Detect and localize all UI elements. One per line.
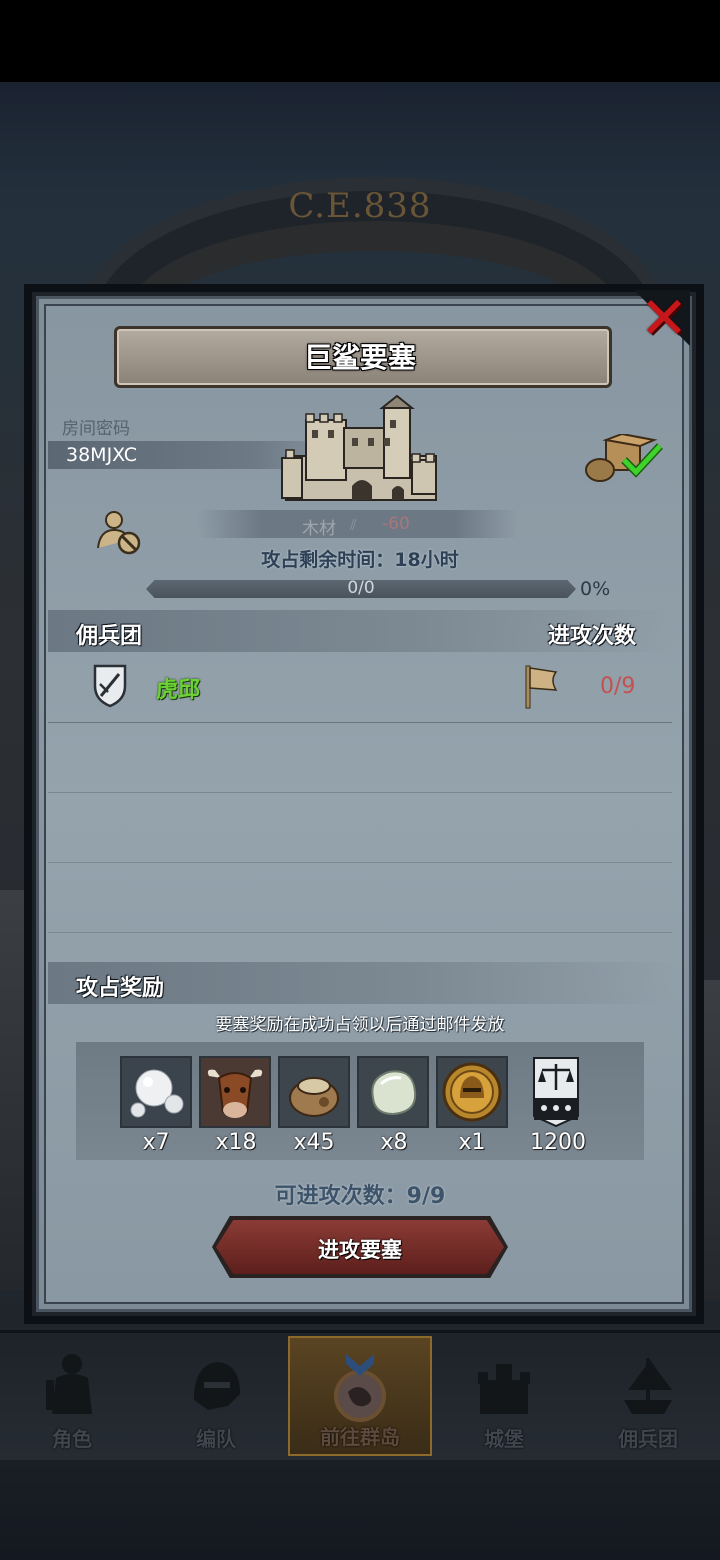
- room-password-label: 房间密码: [62, 419, 130, 439]
- helmet-medal-icon: [442, 1062, 502, 1122]
- capture-progress-text: 0/0: [347, 578, 375, 598]
- empty-mercenary-row: [48, 862, 672, 933]
- system-nav-area: [0, 1460, 720, 1560]
- nav-label: 佣兵团: [618, 1427, 678, 1451]
- nav-label: 编队: [196, 1427, 236, 1451]
- reward-note: 要塞奖励在成功占领以后通过邮件发放: [215, 1015, 505, 1035]
- sack-icon: [289, 1077, 339, 1117]
- background-side-panel-left: [0, 890, 32, 1290]
- ship-icon: [624, 1358, 672, 1414]
- ox-icon: [207, 1069, 263, 1118]
- capture-progress-percent: 0%: [580, 578, 611, 600]
- resource-value: -60: [382, 514, 410, 534]
- supplies-ready-icon: [585, 434, 663, 482]
- nav-item-castle[interactable]: 城堡: [432, 1336, 576, 1456]
- capture-time-remaining: 攻占剩余时间：18小时: [261, 549, 459, 571]
- reward-item-medal[interactable]: [436, 1056, 508, 1128]
- mercenary-attack-count: 0/9: [600, 674, 636, 699]
- empty-mercenary-row: [48, 792, 672, 863]
- reward-header: 攻占奖励: [76, 976, 165, 1001]
- reward-item-stone[interactable]: [357, 1056, 429, 1128]
- reward-qty: x18: [215, 1130, 257, 1155]
- dialog-title: 巨鲨要塞: [303, 341, 416, 374]
- reward-qty: x45: [293, 1130, 335, 1155]
- castle-icon: [478, 1364, 530, 1414]
- helmet-icon: [194, 1362, 240, 1410]
- scales-banner-icon: [533, 1057, 579, 1128]
- knight-icon: [46, 1354, 92, 1414]
- shield-sword-icon: [93, 664, 127, 708]
- nav-item-character[interactable]: 角色: [0, 1336, 144, 1456]
- nav-item-islands[interactable]: 前往群岛: [288, 1336, 432, 1456]
- reward-qty: x1: [458, 1130, 486, 1155]
- close-button[interactable]: ✕: [637, 289, 691, 347]
- wood-icon: ⫽: [350, 516, 357, 534]
- reward-item-pearl[interactable]: [120, 1056, 192, 1128]
- reward-item-sack[interactable]: [278, 1056, 350, 1128]
- resource-label: 木材: [302, 519, 336, 539]
- flag-icon: [525, 665, 558, 709]
- room-password-value[interactable]: 38MJXC: [66, 444, 137, 466]
- status-bar: [0, 0, 720, 82]
- fortress-icon: [281, 394, 437, 501]
- nav-label: 前往群岛: [320, 1425, 400, 1449]
- nav-item-formation[interactable]: 编队: [144, 1336, 288, 1456]
- islands-icon: [334, 1354, 386, 1422]
- era-year: C.E.838: [288, 186, 432, 226]
- mercenary-row[interactable]: [48, 652, 672, 723]
- mercenary-name: 虎邱: [156, 678, 201, 703]
- attempts-remaining: 可进攻次数：9/9: [274, 1184, 446, 1209]
- stone-icon: [371, 1070, 417, 1116]
- reward-qty: x7: [142, 1130, 170, 1155]
- nav-item-mercenary[interactable]: 佣兵团: [576, 1336, 720, 1456]
- reward-qty: 1200: [530, 1130, 586, 1155]
- nav-label: 城堡: [484, 1427, 524, 1451]
- empty-mercenary-row: [48, 722, 672, 793]
- mercenary-header: 佣兵团: [76, 624, 143, 649]
- attack-count-header: 进攻次数: [548, 624, 637, 649]
- reward-qty: x8: [380, 1130, 408, 1155]
- nav-label: 角色: [52, 1427, 92, 1451]
- reward-item-ox[interactable]: [199, 1056, 271, 1128]
- pearl-icon: [130, 1069, 184, 1118]
- attack-button-label: 进攻要塞: [318, 1238, 402, 1262]
